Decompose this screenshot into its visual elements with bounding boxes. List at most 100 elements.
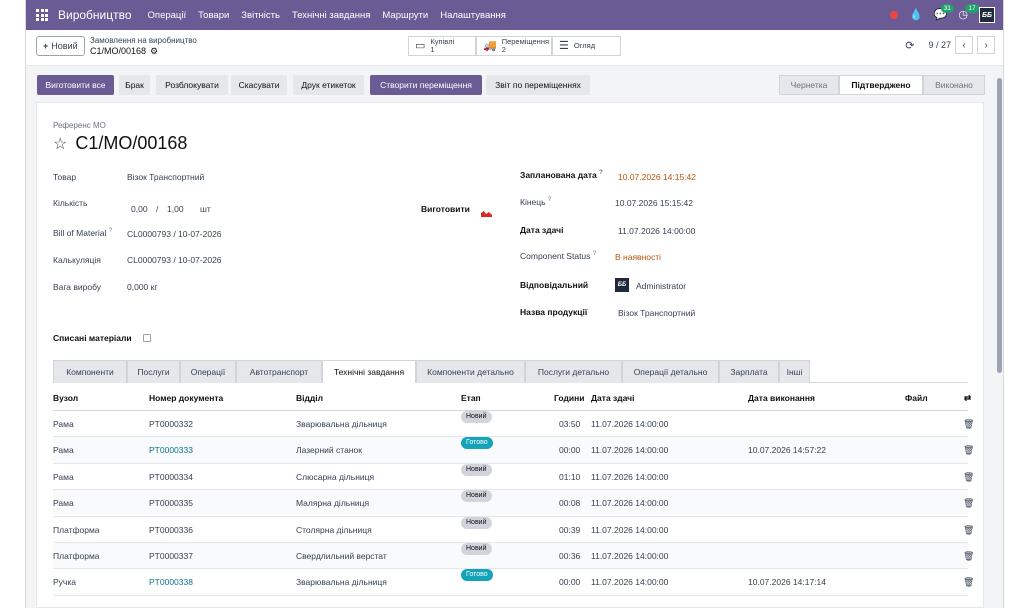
transfer-report-button[interactable]: Звіт по переміщеннях <box>486 75 590 95</box>
table-row[interactable]: Рама PT0000333 Лазерний станок Готово 00:00 1… <box>53 437 974 464</box>
app-window: Виробництво Операції Товари Звітність Те… <box>25 0 1004 608</box>
trash-icon[interactable]: 🗑 <box>963 517 974 543</box>
cell-hours: 00:08 <box>559 498 581 509</box>
costing-field[interactable]: CL0000793 / 10-07-2026 <box>127 255 222 265</box>
component-status-field: В наявності <box>615 252 662 262</box>
col-due-date[interactable]: Дата здачі <box>591 385 634 411</box>
tab-services-detail[interactable]: Послуги детально <box>525 360 622 383</box>
unlock-button[interactable]: Розблокувати <box>156 75 228 95</box>
activity-clock-icon[interactable]: ◷ 17 <box>958 3 979 21</box>
bom-field[interactable]: CL0000793 / 10-07-2026 <box>127 229 222 239</box>
menu-operations[interactable]: Операції <box>148 10 187 21</box>
scrap-button[interactable]: Брак <box>119 75 150 95</box>
print-labels-button[interactable]: Друк етикеток <box>293 75 364 95</box>
card-icon: ▭ <box>415 40 426 52</box>
list-icon: ☰ <box>559 40 569 52</box>
tab-components-detail[interactable]: Компоненти детально <box>416 360 525 383</box>
deadline-field[interactable]: 11.07.2026 14:00:00 <box>618 226 695 236</box>
cell-node: Платформа <box>53 551 100 561</box>
weight-field[interactable]: 0,000 кг <box>127 282 157 292</box>
star-icon[interactable]: ☆ <box>53 134 67 154</box>
scrapped-checkbox[interactable] <box>143 334 151 342</box>
gear-icon[interactable]: ⚙ <box>150 46 158 56</box>
menu-tech-tasks[interactable]: Технічні завдання <box>292 10 370 21</box>
col-hours[interactable]: Години <box>554 385 584 411</box>
responsible-field[interactable]: Administrator <box>636 281 686 291</box>
company-logo[interactable]: ББ <box>979 7 995 23</box>
tab-salary[interactable]: Зарплата <box>719 360 779 383</box>
qty-done-field[interactable]: 0,00 <box>131 204 148 214</box>
status-draft[interactable]: Чернетка <box>779 75 839 95</box>
col-doc-number[interactable]: Номер документа <box>149 385 223 411</box>
menu-routes[interactable]: Маршрути <box>382 10 428 21</box>
help-icon[interactable]: ? <box>548 197 551 203</box>
product-field[interactable]: Візок Транспортний <box>127 172 204 182</box>
recording-indicator-icon[interactable] <box>889 11 898 19</box>
tab-components[interactable]: Компоненти <box>53 360 127 383</box>
create-transfer-button[interactable]: Створити переміщення <box>370 75 482 95</box>
apps-menu-icon[interactable] <box>36 9 48 21</box>
pager-value[interactable]: 9 / 27 <box>928 40 951 50</box>
menu-settings[interactable]: Налаштування <box>440 10 506 21</box>
table-row[interactable]: Платформа PT0000336 Столярна дільниця Новий… <box>53 516 974 543</box>
scrollbar-thumb[interactable] <box>997 78 1002 373</box>
col-stage[interactable]: Етап <box>461 385 481 411</box>
help-icon[interactable]: ? <box>593 251 596 257</box>
help-icon[interactable]: ? <box>109 228 112 234</box>
trash-icon[interactable]: 🗑 <box>963 490 974 516</box>
cell-doc-number: PT0000332 <box>149 419 193 429</box>
table-row[interactable]: Платформа PT0000337 Свердлильний верстат Но… <box>53 543 974 570</box>
pager-next-button[interactable]: › <box>977 36 995 54</box>
cell-doc-number[interactable]: PT0000333 <box>149 437 193 463</box>
tab-operations[interactable]: Операції <box>180 360 236 383</box>
scrollbar[interactable] <box>995 78 1003 608</box>
tab-tech-tasks[interactable]: Технічні завдання <box>322 360 416 383</box>
tab-vehicles[interactable]: Автотранспорт <box>236 360 322 383</box>
drop-icon[interactable]: 💧 <box>909 9 923 21</box>
status-confirmed[interactable]: Підтверджено <box>839 75 923 95</box>
refresh-icon[interactable]: ⟳ <box>905 39 914 52</box>
tab-services[interactable]: Послуги <box>127 360 180 383</box>
breadcrumb-parent[interactable]: Замовлення на виробництво <box>90 36 197 46</box>
col-department[interactable]: Відділ <box>296 385 323 411</box>
tab-operations-detail[interactable]: Операції детально <box>622 360 719 383</box>
menu-products[interactable]: Товари <box>198 10 229 21</box>
planned-date-field[interactable]: 10.07.2026 14:15:42 <box>618 172 696 182</box>
tab-other[interactable]: Інші <box>779 360 810 383</box>
menu-reporting[interactable]: Звітність <box>241 10 280 21</box>
trash-icon[interactable]: 🗑 <box>963 464 974 490</box>
new-button[interactable]: + Новий <box>36 36 85 56</box>
end-field[interactable]: 10.07.2026 15:15:42 <box>615 198 693 208</box>
table-row[interactable]: Рама PT0000332 Зварювальна дільниця Новий 03… <box>53 411 974 438</box>
help-icon[interactable]: ? <box>599 170 603 176</box>
forecast-chart-icon[interactable] <box>481 204 492 222</box>
col-node[interactable]: Вузол <box>53 385 78 411</box>
app-brand[interactable]: Виробництво <box>58 8 132 22</box>
col-completion-date[interactable]: Дата виконання <box>748 385 815 411</box>
table-row[interactable]: Ручка PT0000338 Зварювальна дільниця Готово… <box>53 569 974 596</box>
col-file[interactable]: Файл <box>905 385 928 411</box>
trash-icon[interactable]: 🗑 <box>963 569 974 595</box>
table-row[interactable]: Рама PT0000334 Слюсарна дільниця Новий 01:10… <box>53 463 974 491</box>
qty-total-field[interactable]: 1,00 <box>167 204 184 214</box>
smart-button-overview[interactable]: ☰ Огляд <box>552 36 621 56</box>
trash-icon[interactable]: 🗑 <box>963 411 974 437</box>
notebook-tabs: Компоненти Послуги Операції Автотранспор… <box>53 360 968 383</box>
produce-all-button[interactable]: Виготовити все <box>37 75 114 95</box>
trash-icon[interactable]: 🗑 <box>963 437 974 463</box>
smart-button-transfers[interactable]: 🚚 Переміщення 2 <box>476 36 552 56</box>
status-done[interactable]: Виконано <box>923 75 985 95</box>
chat-icon[interactable]: 💬 31 <box>934 3 954 21</box>
cell-completion-date: 10.07.2026 14:57:22 <box>748 445 826 456</box>
bom-label-text: Bill of Material <box>53 228 107 238</box>
trash-icon[interactable]: 🗑 <box>963 543 974 569</box>
pager-prev-button[interactable]: ‹ <box>955 36 973 54</box>
cancel-button[interactable]: Скасувати <box>231 75 287 95</box>
table-row[interactable]: Рама PT0000335 Малярна дільниця Новий 00:08 1… <box>53 490 974 517</box>
product-name-field[interactable]: Візок Транспортний <box>618 308 695 318</box>
column-settings-icon[interactable]: ⇄ <box>964 385 971 411</box>
smart-button-purchases[interactable]: ▭ Купівлі 1 <box>408 36 476 56</box>
quantity-label: Кількість <box>53 198 88 208</box>
component-status-label-text: Component Status <box>520 251 591 261</box>
cell-doc-number[interactable]: PT0000338 <box>149 569 193 595</box>
